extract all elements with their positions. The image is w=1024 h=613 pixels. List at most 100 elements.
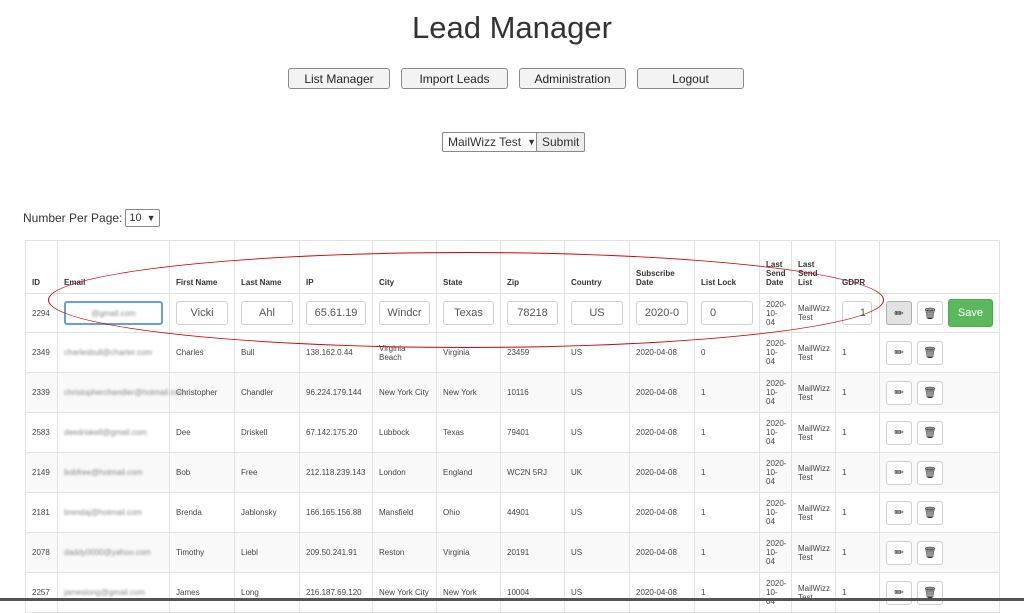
table-header-row: ID Email First Name Last Name IP City St… bbox=[25, 240, 1000, 294]
cell-subscribe-date: 2020-04-08 bbox=[629, 372, 695, 413]
cell-list-lock: 0 bbox=[694, 332, 760, 373]
zip-input[interactable]: 78218 bbox=[507, 301, 558, 325]
list-manager-button[interactable]: List Manager bbox=[288, 68, 390, 89]
edit-button[interactable]: ✏︎ bbox=[886, 301, 912, 325]
submit-button[interactable]: Submit bbox=[536, 132, 586, 152]
trash-icon: 🗑︎ bbox=[922, 307, 937, 320]
delete-button[interactable]: 🗑︎ bbox=[917, 500, 943, 525]
cell-last-send-date: 2020-10-04 bbox=[759, 492, 792, 533]
cell-gdpr: 1 bbox=[835, 492, 880, 533]
pencil-icon: ✏︎ bbox=[894, 547, 904, 559]
row-action-buttons: ✏︎ 🗑︎ bbox=[886, 500, 993, 525]
cell-last-name: Free bbox=[234, 452, 300, 493]
cell-city: Lubbock bbox=[372, 412, 437, 453]
country-input[interactable]: US bbox=[571, 301, 623, 325]
cell-city: New York City bbox=[372, 572, 437, 613]
cell-email: bobfree@hotmail.com bbox=[57, 452, 170, 493]
per-page-select[interactable]: 10 ▼ bbox=[125, 209, 160, 227]
cell-first-name: James bbox=[169, 572, 235, 613]
cell-first-name: Bob bbox=[169, 452, 235, 493]
delete-button[interactable]: 🗑︎ bbox=[917, 420, 943, 445]
pencil-icon: ✏︎ bbox=[894, 307, 904, 320]
per-page-value: 10 bbox=[129, 212, 142, 224]
delete-button[interactable]: 🗑︎ bbox=[917, 340, 943, 365]
administration-button[interactable]: Administration bbox=[519, 68, 626, 89]
list-select-value: MailWizz Test bbox=[448, 135, 522, 149]
col-actions bbox=[879, 240, 1000, 294]
email-text: bobfree@hotmail.com bbox=[64, 468, 143, 477]
row-action-buttons: ✏︎ 🗑︎ bbox=[886, 420, 993, 445]
first-name-input[interactable]: Vicki bbox=[176, 301, 228, 325]
delete-button[interactable]: 🗑︎ bbox=[917, 460, 943, 485]
ip-input[interactable]: 65.61.19 bbox=[306, 301, 366, 325]
col-last-send-list: Last Send List bbox=[791, 240, 836, 294]
cell-last-send-list: MailWizz Test bbox=[791, 572, 836, 613]
edit-button[interactable]: ✏︎ bbox=[886, 380, 912, 405]
state-input[interactable]: Texas bbox=[443, 301, 494, 325]
trash-icon: 🗑︎ bbox=[923, 387, 937, 399]
cell-list-lock: 1 bbox=[694, 452, 760, 493]
gdpr-input[interactable]: 1 bbox=[842, 301, 872, 325]
col-email: Email bbox=[57, 240, 170, 294]
list-lock-input[interactable]: 0 bbox=[701, 301, 753, 325]
pencil-icon: ✏︎ bbox=[894, 467, 904, 479]
cell-city: New York City bbox=[372, 372, 437, 413]
edit-button[interactable]: ✏︎ bbox=[886, 340, 912, 365]
col-subscribe-date: Subscribe Date bbox=[629, 240, 695, 294]
edit-button[interactable]: ✏︎ bbox=[886, 460, 912, 485]
edit-button[interactable]: ✏︎ bbox=[886, 540, 912, 565]
edit-button[interactable]: ✏︎ bbox=[886, 420, 912, 445]
cell-country: US bbox=[564, 492, 630, 533]
cell-last-name: Driskell bbox=[234, 412, 300, 453]
city-input[interactable]: Windcr bbox=[379, 301, 430, 325]
cell-email: charlesbull@charter.com bbox=[57, 332, 170, 373]
trash-icon: 🗑︎ bbox=[923, 427, 937, 439]
cell-zip: 44901 bbox=[500, 492, 565, 533]
cell-zip: WC2N 5RJ bbox=[500, 452, 565, 493]
col-last-send-date: Last Send Date bbox=[759, 240, 792, 294]
cell-subscribe-date: 2020-04-08 bbox=[629, 492, 695, 533]
email-text: deedriskell@gmail.com bbox=[64, 428, 147, 437]
email-text: brendaj@hotmail.com bbox=[64, 508, 142, 517]
edit-row-actions: ✏︎ 🗑︎ Save bbox=[886, 299, 993, 327]
edit-button[interactable]: ✏︎ bbox=[886, 500, 912, 525]
cell-last-send-date: 2020-10-04 bbox=[759, 532, 792, 573]
cell-country: US bbox=[564, 412, 630, 453]
save-button[interactable]: Save bbox=[947, 299, 993, 327]
delete-button[interactable]: 🗑︎ bbox=[917, 540, 943, 565]
row-actions: ✏︎ 🗑︎ bbox=[879, 492, 1000, 533]
delete-button[interactable]: 🗑︎ bbox=[916, 301, 943, 325]
table-row: 2339 christopherchandler@hotmail.com Chris… bbox=[25, 372, 1000, 413]
cell-id: 2181 bbox=[25, 492, 58, 533]
delete-button[interactable]: 🗑︎ bbox=[917, 380, 943, 405]
row-action-buttons: ✏︎ 🗑︎ bbox=[886, 340, 993, 365]
row-actions: ✏︎ 🗑︎ bbox=[879, 372, 1000, 413]
cell-last-name: Liebl bbox=[234, 532, 300, 573]
cell-id: 2339 bbox=[25, 372, 58, 413]
cell-list-lock: 1 bbox=[694, 532, 760, 573]
last-name-input[interactable]: Ahl bbox=[241, 301, 293, 325]
col-gdpr: GDPR bbox=[835, 240, 880, 294]
list-select[interactable]: MailWizz Test ▼ bbox=[442, 132, 542, 152]
email-text: christopherchandler@hotmail.com bbox=[64, 388, 186, 397]
subscribe-date-input[interactable]: 2020-0 bbox=[636, 301, 688, 325]
cell-last-send-list: MailWizz Test bbox=[791, 332, 836, 373]
cell-last-send-date: 2020-10-04 bbox=[759, 372, 792, 413]
cell-zip: 10116 bbox=[500, 372, 565, 413]
col-list-lock: List Lock bbox=[694, 240, 760, 294]
table-row: 2257 jameslong@gmail.com James Long 216.187.… bbox=[25, 572, 1000, 613]
logout-button[interactable]: Logout bbox=[637, 68, 744, 89]
row-actions: ✏︎ 🗑︎ bbox=[879, 412, 1000, 453]
email-input[interactable]: @gmail.com bbox=[64, 301, 163, 325]
pencil-icon: ✏︎ bbox=[894, 427, 904, 439]
cell-state: Texas bbox=[436, 412, 501, 453]
col-last-name: Last Name bbox=[234, 240, 300, 294]
cell-last-send-list: MailWizz Test bbox=[791, 532, 836, 573]
cell-gdpr: 1 bbox=[835, 532, 880, 573]
cell-subscribe-date: 2020-04-08 bbox=[629, 452, 695, 493]
import-leads-button[interactable]: Import Leads bbox=[401, 68, 508, 89]
col-ip: IP bbox=[299, 240, 373, 294]
row-actions: ✏︎ 🗑︎ bbox=[879, 452, 1000, 493]
pencil-icon: ✏︎ bbox=[894, 507, 904, 519]
cell-last-name: Long bbox=[234, 572, 300, 613]
